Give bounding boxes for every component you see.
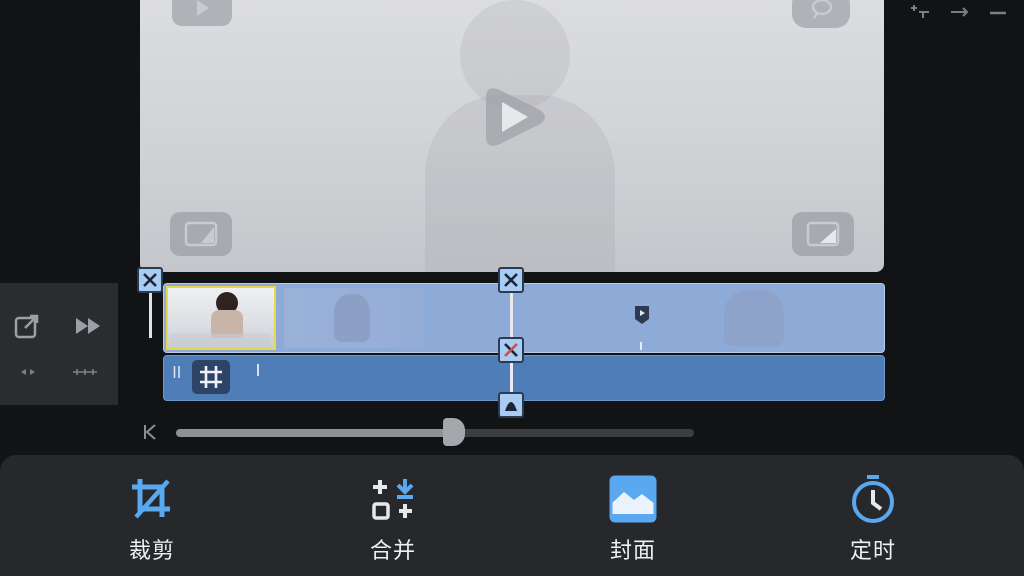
close-icon[interactable] [498,267,524,293]
cover-button[interactable]: 封面 [573,473,693,573]
skip-start-icon[interactable] [142,423,160,441]
arrow-right-icon[interactable] [946,2,974,22]
drag-handle[interactable] [173,364,181,378]
timeline-start-line [149,292,152,338]
timer-label: 定时 [849,539,896,564]
split-cut-icon[interactable] [498,337,524,363]
export-icon[interactable] [12,311,42,341]
merge-icon [367,473,419,525]
close-icon[interactable] [137,267,163,293]
comment-icon[interactable] [792,0,850,28]
playhead-handle-icon[interactable] [498,392,524,418]
thumbnail-figure [724,290,784,346]
cover-label: 封面 [609,539,656,564]
audio-track[interactable] [163,355,885,401]
cover-image-icon [607,473,659,525]
thumbnail-figure [334,294,370,342]
bottom-toolbar: 裁剪 合并 封面 定时 [0,455,1024,576]
crop-grid-icon[interactable] [192,360,230,394]
fast-forward-icon[interactable] [72,311,104,341]
seek-slider-thumb[interactable] [443,418,465,446]
crop-label: 裁剪 [128,539,175,564]
playhead-tick [640,342,642,350]
video-preview[interactable] [140,0,884,272]
merge-label: 合并 [369,539,416,564]
crop-icon [126,473,178,525]
timer-icon [847,473,899,525]
picture-in-picture-icon[interactable] [170,212,232,256]
split-window-icon[interactable] [906,2,934,22]
track-tick [257,364,259,376]
video-track[interactable] [163,283,885,353]
minimize-icon[interactable] [984,2,1012,22]
clip-floor [170,334,270,346]
picture-in-picture-icon[interactable] [792,212,854,256]
marker-icon[interactable] [633,304,651,326]
selected-clip[interactable] [166,286,276,350]
play-icon[interactable] [172,0,232,26]
merge-button[interactable]: 合并 [333,473,453,573]
seek-slider-fill [176,429,451,437]
left-tool-panel [0,283,118,405]
expand-icon[interactable] [70,363,100,381]
play-overlay-icon[interactable] [478,80,552,154]
timer-button[interactable]: 定时 [813,473,933,573]
trim-left-icon[interactable] [16,363,40,381]
crop-button[interactable]: 裁剪 [92,473,212,573]
